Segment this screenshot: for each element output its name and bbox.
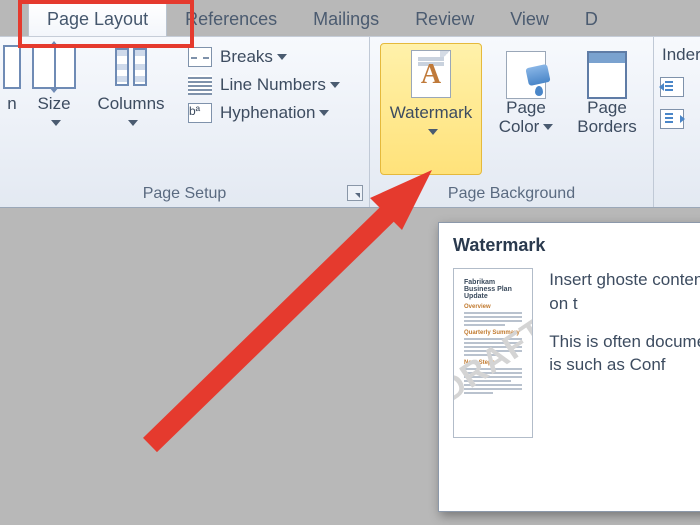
size-button[interactable]: Size [26, 37, 82, 156]
page-size-icon [32, 45, 76, 89]
hyphenation-button[interactable]: Hyphenation [180, 99, 348, 127]
columns-button[interactable]: Columns [86, 37, 176, 156]
indent-label-partial: Inder [662, 45, 700, 65]
columns-icon [109, 45, 153, 89]
chevron-down-icon [128, 120, 138, 126]
tab-developer-partial[interactable]: D [567, 3, 616, 36]
watermark-tooltip: Watermark Fabrikam Business Plan Update … [438, 222, 700, 512]
word-window: Page Layout References Mailings Review V… [0, 0, 700, 525]
page-color-label: Page Color [499, 99, 554, 136]
group-page-background: A Watermark Page Color Page Borders Page… [370, 37, 654, 207]
page-borders-label: Page Borders [577, 99, 637, 136]
thumb-title: Fabrikam Business Plan Update [464, 279, 522, 300]
size-label: Size [32, 95, 76, 132]
chevron-down-icon [319, 110, 329, 116]
watermark-button[interactable]: A Watermark [380, 43, 482, 175]
indent-right-icon[interactable] [660, 109, 684, 129]
hyphenation-label: Hyphenation [220, 103, 315, 123]
line-numbers-label: Line Numbers [220, 75, 326, 95]
draft-watermark-text: DRAFT [453, 312, 533, 412]
breaks-icon [188, 47, 212, 67]
tooltip-p1: Insert ghoste content on t [549, 268, 700, 316]
page-color-icon [506, 51, 546, 99]
breaks-button[interactable]: Breaks [180, 43, 348, 71]
ribbon: n Size Columns Breaks Line Numbers [0, 36, 700, 208]
line-numbers-button[interactable]: Line Numbers [180, 71, 348, 99]
tab-mailings[interactable]: Mailings [295, 3, 397, 36]
hyphenation-icon [188, 103, 212, 123]
page-borders-icon [587, 51, 627, 99]
tab-review[interactable]: Review [397, 3, 492, 36]
orientation-label-partial: n [7, 95, 16, 114]
chevron-down-icon [277, 54, 287, 60]
chevron-down-icon [543, 124, 553, 130]
columns-label: Columns [92, 95, 170, 132]
tooltip-preview-thumb: Fabrikam Business Plan Update Overview Q… [453, 268, 533, 438]
tab-view[interactable]: View [492, 3, 567, 36]
page-setup-dialog-launcher[interactable] [347, 185, 363, 201]
chevron-down-icon [51, 120, 61, 126]
line-numbers-icon [188, 75, 212, 95]
tooltip-title: Watermark [453, 235, 700, 256]
watermark-icon: A [411, 50, 451, 98]
tooltip-p2: This is often document is such as Conf [549, 330, 700, 378]
orientation-button-partial[interactable]: n [0, 37, 24, 138]
breaks-label: Breaks [220, 47, 273, 67]
tab-references[interactable]: References [167, 3, 295, 36]
group-paragraph-partial: Inder [654, 37, 700, 207]
page-borders-button[interactable]: Page Borders [568, 43, 646, 160]
page-color-button[interactable]: Page Color [490, 43, 562, 160]
ribbon-tabstrip: Page Layout References Mailings Review V… [0, 2, 700, 36]
chevron-down-icon [330, 82, 340, 88]
group-label-page-setup: Page Setup [0, 185, 369, 203]
group-page-setup: n Size Columns Breaks Line Numbers [0, 37, 370, 207]
group-label-page-background: Page Background [370, 185, 653, 203]
watermark-label: Watermark [390, 104, 473, 141]
tooltip-description: Insert ghoste content on t This is often… [549, 268, 700, 438]
tab-page-layout[interactable]: Page Layout [28, 2, 167, 36]
indent-left-icon[interactable] [660, 77, 684, 97]
chevron-down-icon [428, 129, 438, 135]
